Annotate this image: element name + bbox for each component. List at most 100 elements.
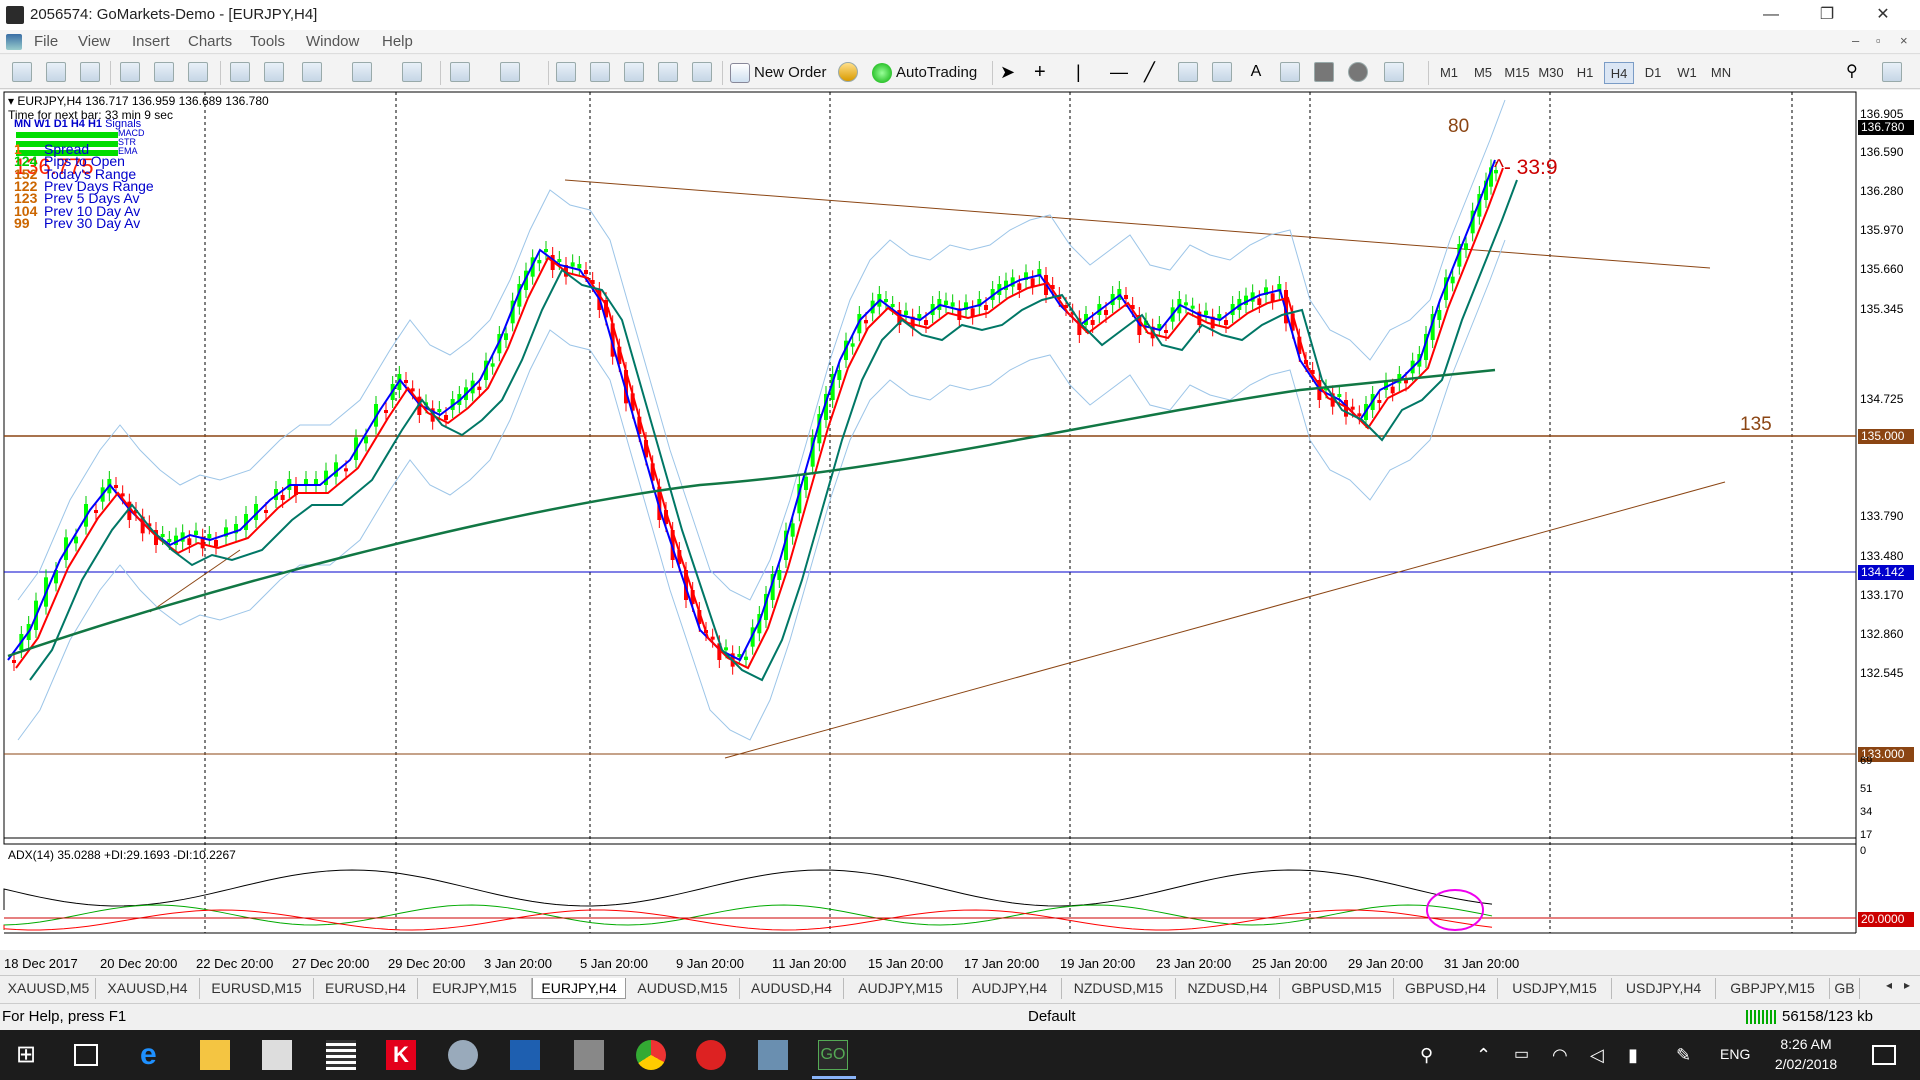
language-indicator[interactable]: ENG xyxy=(1720,1046,1750,1062)
status-profile[interactable]: Default xyxy=(1028,1008,1076,1025)
menu-tools[interactable]: Tools xyxy=(250,33,285,50)
pen-icon[interactable]: ✎ xyxy=(1676,1040,1706,1070)
candlestick-icon[interactable] xyxy=(46,62,66,82)
crosshair-icon[interactable]: + xyxy=(1034,62,1054,82)
search-icon[interactable]: ⚲ xyxy=(1846,62,1866,82)
tf-h1[interactable]: H1 xyxy=(1570,62,1600,84)
autotrading-button[interactable]: AutoTrading xyxy=(870,61,977,85)
calculator-icon[interactable] xyxy=(326,1040,356,1070)
market-watch-icon[interactable] xyxy=(556,62,576,82)
strategy-tester-icon[interactable] xyxy=(692,62,712,82)
chart-tab[interactable]: AUDJPY,M15 xyxy=(844,978,958,999)
kaspersky-icon[interactable]: K xyxy=(386,1040,416,1070)
chart-tab[interactable]: AUDJPY,H4 xyxy=(958,978,1062,999)
chart-window[interactable]: ▾ EURJPY,H4 136.717 136.959 136.689 136.… xyxy=(0,90,1920,950)
tab-scroll-left-icon[interactable]: ◂ xyxy=(1886,978,1892,992)
menu-view[interactable]: View xyxy=(78,33,110,50)
profiles-icon[interactable] xyxy=(500,62,520,82)
chart-tab[interactable]: XAUUSD,M5 xyxy=(2,978,96,999)
tf-mn[interactable]: MN xyxy=(1706,62,1736,84)
chat-icon[interactable] xyxy=(1882,62,1902,82)
metaeditor-icon[interactable] xyxy=(838,62,858,82)
tab-scroll-right-icon[interactable]: ▸ xyxy=(1904,978,1910,992)
chart-tab[interactable]: EURUSD,M15 xyxy=(200,978,314,999)
mdi-close-icon[interactable]: × xyxy=(1900,33,1908,48)
terminal-icon[interactable] xyxy=(658,62,678,82)
tf-m15[interactable]: M15 xyxy=(1502,62,1532,84)
battery-icon[interactable]: ▮ xyxy=(1628,1040,1658,1070)
minimize-button[interactable]: — xyxy=(1748,3,1794,27)
periods-icon[interactable] xyxy=(352,62,372,82)
tf-m5[interactable]: M5 xyxy=(1468,62,1498,84)
tf-d1[interactable]: D1 xyxy=(1638,62,1668,84)
menu-file[interactable]: File xyxy=(34,33,58,50)
file-explorer-icon[interactable] xyxy=(200,1040,230,1070)
gomarkets-icon[interactable]: GO xyxy=(818,1040,848,1070)
menu-charts[interactable]: Charts xyxy=(188,33,232,50)
line-chart-icon[interactable] xyxy=(80,62,100,82)
restore-button[interactable]: ❐ xyxy=(1804,3,1850,27)
edge-icon[interactable]: e xyxy=(140,1040,170,1070)
volume-icon[interactable]: ◁ xyxy=(1590,1040,1620,1070)
chart-tab[interactable]: EURUSD,H4 xyxy=(314,978,418,999)
bar-chart-icon[interactable] xyxy=(12,62,32,82)
close-button[interactable]: ✕ xyxy=(1860,3,1906,27)
chart-tab[interactable]: GBPUSD,H4 xyxy=(1394,978,1498,999)
control-panel-icon[interactable] xyxy=(758,1040,788,1070)
data-window-icon[interactable] xyxy=(590,62,610,82)
rectangle-icon[interactable] xyxy=(1314,62,1334,82)
clock-date[interactable]: 2/02/2018 xyxy=(1768,1056,1844,1072)
mdi-minimize-icon[interactable]: – xyxy=(1852,33,1859,48)
auto-scroll-icon[interactable] xyxy=(264,62,284,82)
zoom-out-icon[interactable] xyxy=(154,62,174,82)
notifications-icon[interactable] xyxy=(1872,1045,1896,1065)
fibonacci-icon[interactable] xyxy=(1212,62,1232,82)
store-icon[interactable] xyxy=(262,1040,292,1070)
task-view-icon[interactable] xyxy=(74,1044,98,1066)
tf-h4[interactable]: H4 xyxy=(1604,62,1634,84)
chart-tab[interactable]: EURJPY,H4 xyxy=(532,978,626,999)
chart-tab[interactable]: GB xyxy=(1830,978,1860,999)
text-icon[interactable]: A xyxy=(1246,62,1266,82)
chart-tab[interactable]: NZDUSD,H4 xyxy=(1176,978,1280,999)
chart-window-icon[interactable] xyxy=(6,34,22,50)
cursor-icon[interactable]: ➤ xyxy=(1000,62,1020,82)
chart-tab[interactable]: AUDUSD,M15 xyxy=(626,978,740,999)
new-chart-icon[interactable] xyxy=(450,62,470,82)
tf-m30[interactable]: M30 xyxy=(1536,62,1566,84)
chart-tab[interactable]: AUDUSD,H4 xyxy=(740,978,844,999)
chart-tab[interactable]: XAUUSD,H4 xyxy=(96,978,200,999)
chrome-icon[interactable] xyxy=(636,1040,666,1070)
people-icon[interactable]: ⚲ xyxy=(1420,1040,1450,1070)
zoom-in-icon[interactable] xyxy=(120,62,140,82)
templates-icon[interactable] xyxy=(402,62,422,82)
clock-time[interactable]: 8:26 AM xyxy=(1776,1036,1836,1052)
price-chart[interactable] xyxy=(0,90,1920,950)
chart-tab[interactable]: EURJPY,M15 xyxy=(418,978,532,999)
tile-windows-icon[interactable] xyxy=(188,62,208,82)
windows-start-icon[interactable]: ⊞ xyxy=(16,1040,46,1070)
paint-icon[interactable] xyxy=(448,1040,478,1070)
chart-tab[interactable]: USDJPY,H4 xyxy=(1612,978,1716,999)
new-order-button[interactable]: New Order xyxy=(728,61,827,85)
ellipse-icon[interactable] xyxy=(1348,62,1368,82)
horizontal-line-icon[interactable]: — xyxy=(1110,62,1130,82)
defender-icon[interactable] xyxy=(510,1040,540,1070)
text-label-icon[interactable] xyxy=(1280,62,1300,82)
chart-tab[interactable]: GBPJPY,M15 xyxy=(1716,978,1830,999)
chart-shift-icon[interactable] xyxy=(230,62,250,82)
navigator-icon[interactable] xyxy=(624,62,644,82)
keyboard-icon[interactable]: ▭ xyxy=(1514,1040,1544,1070)
tray-chevron-icon[interactable]: ⌃ xyxy=(1476,1040,1506,1070)
metatrader-icon[interactable] xyxy=(696,1040,726,1070)
channel-icon[interactable] xyxy=(1178,62,1198,82)
arrows-icon[interactable] xyxy=(1384,62,1404,82)
camera-icon[interactable] xyxy=(574,1040,604,1070)
wifi-icon[interactable]: ◠ xyxy=(1552,1040,1582,1070)
vertical-line-icon[interactable]: | xyxy=(1076,62,1096,82)
chart-tab[interactable]: NZDUSD,M15 xyxy=(1062,978,1176,999)
chart-tab[interactable]: USDJPY,M15 xyxy=(1498,978,1612,999)
chart-tab[interactable]: GBPUSD,M15 xyxy=(1280,978,1394,999)
mdi-restore-icon[interactable]: ▫ xyxy=(1876,33,1881,48)
menu-help[interactable]: Help xyxy=(382,33,413,50)
